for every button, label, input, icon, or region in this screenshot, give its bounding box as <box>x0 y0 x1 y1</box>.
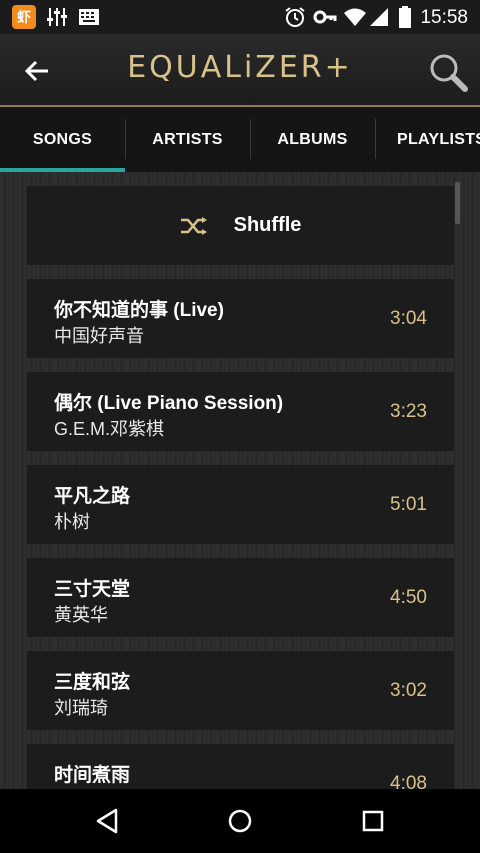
song-title: 三寸天堂 <box>54 579 131 600</box>
library-tabs: SONGS ARTISTS ALBUMS PLAYLISTS <box>0 107 480 172</box>
shuffle-icon <box>180 216 207 235</box>
system-nav-bar <box>0 789 480 853</box>
song-artist: 刘瑞琦 <box>54 698 108 718</box>
song-duration: 3:23 <box>390 401 427 422</box>
keyboard-notification-icon <box>79 9 99 25</box>
song-duration: 4:50 <box>390 587 427 608</box>
status-clock: 15:58 <box>420 7 468 28</box>
song-duration: 4:08 <box>390 773 427 789</box>
tab-albums[interactable]: ALBUMS <box>250 107 375 172</box>
song-title: 三度和弦 <box>54 672 131 693</box>
wifi-icon <box>344 8 366 26</box>
status-bar: 虾 15:58 <box>0 0 480 34</box>
song-title: 偶尔 (Live Piano Session) <box>54 393 284 414</box>
song-duration: 3:04 <box>390 308 427 329</box>
battery-icon <box>399 6 411 28</box>
nav-home-icon[interactable] <box>225 806 255 836</box>
tab-artists[interactable]: ARTISTS <box>125 107 250 172</box>
song-title: 时间煮雨 <box>54 765 131 786</box>
nav-back-icon[interactable] <box>92 806 122 836</box>
song-row[interactable]: 你不知道的事 (Live) 中国好声音 3:04 <box>27 279 454 358</box>
song-artist: 黄英华 <box>54 605 108 625</box>
nav-recents-icon[interactable] <box>358 806 388 836</box>
song-row[interactable]: 三度和弦 刘瑞琦 3:02 <box>27 651 454 730</box>
song-row[interactable]: 三寸天堂 黄英华 4:50 <box>27 558 454 637</box>
song-artist: 中国好声音 <box>54 326 144 346</box>
app-title: EQUALiZER+ <box>127 50 353 85</box>
shuffle-button[interactable]: Shuffle <box>27 186 454 265</box>
cell-signal-icon <box>370 8 388 26</box>
alarm-icon <box>285 7 305 27</box>
tab-songs[interactable]: SONGS <box>0 107 125 172</box>
song-artist: 朴树 <box>54 512 90 532</box>
scrollbar[interactable] <box>455 182 460 224</box>
song-duration: 3:02 <box>390 680 427 701</box>
song-list[interactable]: Shuffle 你不知道的事 (Live) 中国好声音 3:04 偶尔 (Liv… <box>0 172 480 789</box>
app-header: EQUALiZER+ <box>0 34 480 107</box>
song-row[interactable]: 时间煮雨 4:08 <box>27 744 454 789</box>
song-row[interactable]: 偶尔 (Live Piano Session) G.E.M.邓紫棋 3:23 <box>27 372 454 451</box>
vpn-key-icon <box>313 10 337 24</box>
song-row[interactable]: 平凡之路 朴树 5:01 <box>27 465 454 544</box>
song-duration: 5:01 <box>390 494 427 515</box>
app-notification-icon: 虾 <box>12 5 36 29</box>
song-artist: G.E.M.邓紫棋 <box>54 419 165 439</box>
tab-playlists[interactable]: PLAYLISTS <box>375 107 480 172</box>
shuffle-label: Shuffle <box>233 214 302 236</box>
search-icon[interactable] <box>428 52 468 92</box>
equalizer-notification-icon <box>47 8 67 26</box>
song-title: 你不知道的事 (Live) <box>54 300 224 321</box>
song-title: 平凡之路 <box>54 486 131 507</box>
